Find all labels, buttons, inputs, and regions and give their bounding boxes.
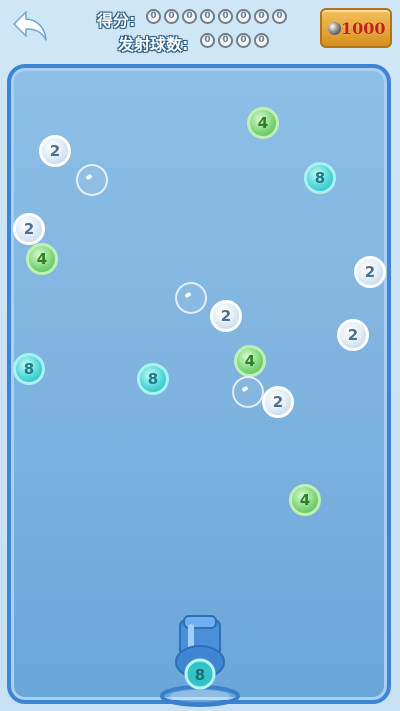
bubble: 4 — [234, 345, 266, 377]
score-digit: 0 — [164, 9, 179, 24]
shots-digit: 0 — [254, 33, 269, 48]
score-digits: 0 0 0 0 0 0 0 0 — [146, 9, 287, 24]
bubble: 8 — [304, 162, 336, 194]
hud: 得分: 0 0 0 0 0 0 0 0 发射球数: 0 0 0 0 1000 — [0, 0, 400, 62]
bubble: 2 — [13, 213, 45, 245]
shots-label: 发射球数: — [118, 35, 189, 54]
bubble: 2 — [210, 300, 242, 332]
score-digit: 0 — [146, 9, 161, 24]
coin-counter[interactable]: 1000 — [320, 8, 392, 48]
score-digit: 0 — [272, 9, 287, 24]
bubble: 2 — [262, 386, 294, 418]
empty-bubble — [175, 282, 207, 314]
bubble: 8 — [137, 363, 169, 395]
bubble: 2 — [337, 319, 369, 351]
play-field[interactable]: 4 2 8 2 4 2 2 2 8 4 8 2 4 — [7, 64, 391, 704]
shots-digit: 0 — [218, 33, 233, 48]
empty-bubble — [232, 376, 264, 408]
score-digit: 0 — [218, 9, 233, 24]
bubble: 2 — [354, 256, 386, 288]
shots-digit: 0 — [236, 33, 251, 48]
score-digit: 0 — [200, 9, 215, 24]
coin-value: 1000 — [341, 19, 386, 38]
score-digit: 0 — [182, 9, 197, 24]
score-digit: 0 — [236, 9, 251, 24]
score-label: 得分: — [97, 11, 136, 30]
bubble: 8 — [13, 353, 45, 385]
back-arrow-icon[interactable] — [10, 8, 50, 44]
empty-bubble — [76, 164, 108, 196]
bubble: 2 — [39, 135, 71, 167]
shots-digit: 0 — [200, 33, 215, 48]
cannon-ball-value: 8 — [195, 666, 205, 684]
steel-ball-icon — [328, 22, 341, 35]
score-digit: 0 — [254, 9, 269, 24]
bubble: 4 — [26, 243, 58, 275]
shots-digits: 0 0 0 0 — [200, 33, 269, 48]
bubble: 4 — [289, 484, 321, 516]
cannon-icon: 8 — [160, 615, 240, 707]
bubble: 4 — [247, 107, 279, 139]
bubble-cannon[interactable]: 8 — [160, 612, 240, 707]
